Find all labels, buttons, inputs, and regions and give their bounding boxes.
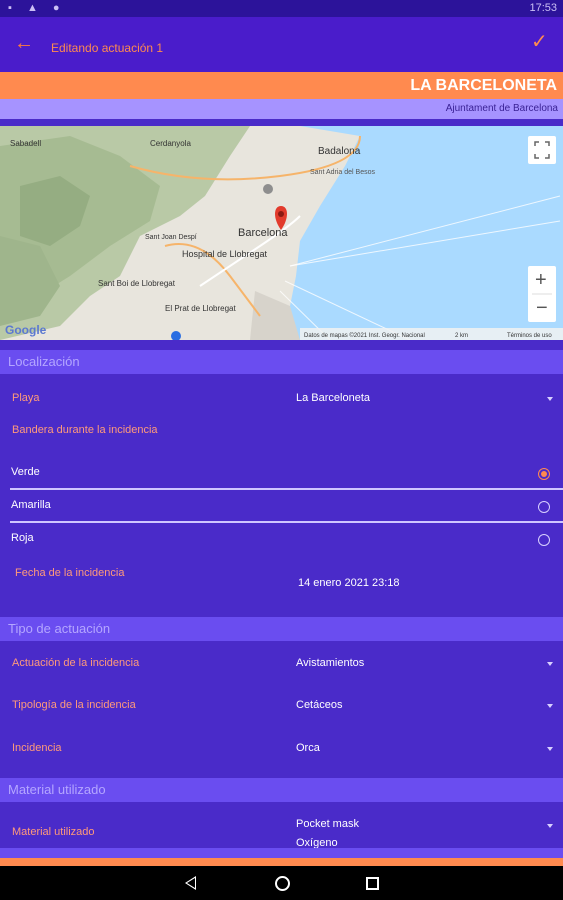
map-label: Hospital de Llobregat bbox=[182, 249, 268, 259]
google-logo: Google bbox=[5, 323, 47, 337]
material-field[interactable]: Material utilizado Pocket mask Oxígeno bbox=[0, 804, 563, 848]
playa-label: Playa bbox=[12, 392, 40, 404]
incidencia-value: Orca bbox=[296, 742, 320, 754]
bandera-field: Bandera durante la incidencia bbox=[0, 418, 563, 458]
city-header: Ajuntament de Barcelona bbox=[0, 99, 563, 119]
map-label: Cerdanyola bbox=[150, 139, 191, 148]
map-label: Sant Adria del Besos bbox=[310, 169, 375, 176]
map-terms: Términos de uso bbox=[507, 333, 552, 339]
tipologia-value: Cetáceos bbox=[296, 699, 343, 711]
map-label: Sabadell bbox=[10, 139, 41, 148]
map-label: El Prat de Llobregat bbox=[165, 304, 236, 313]
radio-roja[interactable]: Roja bbox=[0, 524, 563, 554]
dropdown-arrow-icon bbox=[547, 824, 553, 828]
dropdown-arrow-icon bbox=[547, 747, 553, 751]
material-label: Material utilizado bbox=[12, 826, 95, 838]
notification-icons: ▪ ▲ ● bbox=[8, 2, 66, 14]
radio-unchecked-icon[interactable] bbox=[538, 501, 550, 513]
material-value-2: Oxígeno bbox=[296, 837, 338, 848]
actuacion-field[interactable]: Actuación de la incidencia Avistamientos bbox=[0, 643, 563, 685]
map-view[interactable]: Badalona Barcelona Hospital de Llobregat… bbox=[0, 126, 563, 340]
actuacion-label: Actuación de la incidencia bbox=[12, 657, 140, 669]
playa-value: La Barceloneta bbox=[296, 392, 370, 404]
radio-unchecked-icon[interactable] bbox=[538, 534, 550, 546]
divider bbox=[10, 521, 563, 523]
status-time: 17:53 bbox=[529, 2, 557, 14]
nav-back-icon[interactable] bbox=[185, 876, 196, 890]
radio-label: Amarilla bbox=[11, 499, 51, 511]
divider bbox=[10, 488, 563, 490]
fecha-field[interactable]: Fecha de la incidencia 14 enero 2021 23:… bbox=[0, 556, 563, 616]
map-attribution: Datos de mapas ©2021 Inst. Geogr. Nacion… bbox=[304, 332, 425, 339]
city-name: Ajuntament de Barcelona bbox=[445, 103, 558, 114]
beach-name: LA BARCELONETA bbox=[410, 77, 557, 94]
fecha-label: Fecha de la incidencia bbox=[15, 567, 125, 579]
tipologia-field[interactable]: Tipología de la incidencia Cetáceos bbox=[0, 685, 563, 728]
playa-field[interactable]: Playa La Barceloneta bbox=[0, 378, 563, 418]
radio-verde[interactable]: Verde bbox=[0, 458, 563, 488]
nav-home-icon[interactable] bbox=[275, 876, 290, 891]
fullscreen-button[interactable] bbox=[528, 136, 556, 164]
actuacion-value: Avistamientos bbox=[296, 657, 365, 669]
map-label: Barcelona bbox=[238, 227, 288, 239]
save-check-icon[interactable]: ✓ bbox=[531, 31, 553, 53]
fecha-value: 14 enero 2021 23:18 bbox=[298, 577, 400, 589]
back-arrow-icon[interactable]: ← bbox=[14, 32, 36, 54]
incidencia-field[interactable]: Incidencia Orca bbox=[0, 728, 563, 771]
map-label: Badalona bbox=[318, 146, 361, 157]
map-scale: 2 km bbox=[455, 333, 468, 339]
footer-accent bbox=[0, 858, 563, 866]
section-tipo: Tipo de actuación bbox=[0, 617, 563, 641]
nav-recents-icon[interactable] bbox=[366, 877, 379, 890]
tipologia-label: Tipología de la incidencia bbox=[12, 699, 136, 711]
system-navbar bbox=[0, 866, 563, 900]
zoom-controls[interactable]: + − bbox=[528, 266, 556, 322]
radio-label: Roja bbox=[11, 532, 34, 544]
footer-strip bbox=[0, 848, 563, 858]
status-bar: ▪ ▲ ● 17:53 bbox=[0, 0, 563, 17]
radio-amarilla[interactable]: Amarilla bbox=[0, 491, 563, 521]
zoom-in-button: + bbox=[535, 269, 547, 291]
app-bar: ← Editando actuación 1 ✓ bbox=[0, 17, 563, 72]
zoom-out-button: − bbox=[536, 297, 548, 319]
radio-label: Verde bbox=[11, 466, 40, 478]
beach-header: LA BARCELONETA bbox=[0, 72, 563, 99]
section-title: Localización bbox=[8, 354, 80, 369]
page-title: Editando actuación 1 bbox=[51, 41, 164, 55]
material-value: Pocket mask bbox=[296, 818, 359, 830]
map-label: Sant Joan Despí bbox=[145, 234, 197, 241]
dropdown-arrow-icon bbox=[547, 704, 553, 708]
map-label: Sant Boi de Llobregat bbox=[98, 279, 176, 288]
dropdown-arrow-icon bbox=[547, 662, 553, 666]
bandera-label: Bandera durante la incidencia bbox=[12, 424, 158, 436]
section-title: Tipo de actuación bbox=[8, 621, 111, 636]
radio-checked-icon[interactable] bbox=[538, 468, 550, 480]
dropdown-arrow-icon bbox=[547, 397, 553, 401]
section-material: Material utilizado bbox=[0, 778, 563, 802]
incidencia-label: Incidencia bbox=[12, 742, 62, 754]
section-localizacion: Localización bbox=[0, 350, 563, 374]
section-title: Material utilizado bbox=[8, 782, 106, 797]
